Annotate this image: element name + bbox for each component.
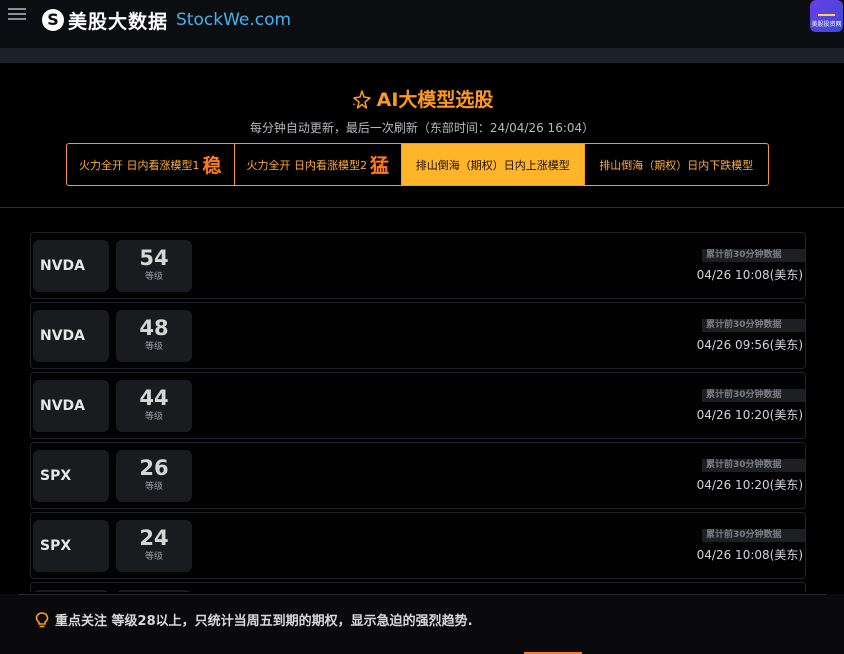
ticker-symbol	[33, 590, 109, 592]
tab-label: 火力全开 日内看涨模型2	[246, 158, 368, 172]
tab-badge: 猛	[370, 155, 390, 177]
level-badge: 48 等级	[116, 310, 192, 362]
tab-badge: 稳	[202, 155, 222, 177]
tab-options-down-model[interactable]: 排山倒海（期权）日内下跌模型	[585, 144, 768, 185]
tip-note: 重点关注 等级28以上，只统计当周五到期的期权，显示急迫的强烈趋势.	[35, 610, 473, 629]
logo-text-cn: 美股大数据	[68, 10, 169, 33]
ticker-symbol: NVDA	[33, 240, 109, 292]
level-badge: 44 等级	[116, 380, 192, 432]
list-item[interactable]: SPX 26 等级 累计前30分钟数据 04/26 10:20(美东)	[30, 442, 806, 512]
page-title: AI大模型选股	[0, 85, 844, 112]
level-label: 等级	[144, 272, 163, 282]
tab-bull-model-1[interactable]: 火力全开 日内看涨模型1 稳	[67, 144, 235, 185]
signal-time: 04/26 10:08(美东)	[696, 548, 803, 562]
refresh-status: 每分钟自动更新，最后一次刷新（东部时间：24/04/26 16:04）	[249, 121, 595, 135]
logo-text-en: StockWe.com	[176, 10, 292, 30]
tab-options-up-model[interactable]: 排山倒海（期权）日内上涨模型	[402, 144, 585, 185]
level-badge: 24 等级	[116, 520, 192, 572]
list-item[interactable]: NVDA 44 等级 累计前30分钟数据 04/26 10:20(美东)	[30, 372, 806, 442]
footer-note-bar: 重点关注 等级28以上，只统计当周五到期的期权，显示急迫的强烈趋势.	[0, 594, 844, 654]
level-value: 24	[139, 526, 169, 550]
level-badge: 26 等级	[116, 450, 192, 502]
model-tabs: 火力全开 日内看涨模型1 稳 火力全开 日内看涨模型2 猛 排山倒海（期权）日内…	[66, 143, 769, 186]
list-item[interactable]: NVDA 54 等级 累计前30分钟数据 04/26 10:08(美东)	[30, 232, 806, 302]
ticker-symbol: SPX	[33, 450, 109, 502]
divider	[18, 594, 826, 595]
data-window-tag: 累计前30分钟数据	[702, 459, 805, 472]
site-logo[interactable]: S 美股大数据 StockWe.com	[42, 6, 291, 34]
signal-time: 04/26 10:20(美东)	[696, 478, 803, 492]
level-label: 等级	[144, 342, 163, 352]
ticker-symbol: NVDA	[33, 380, 109, 432]
signal-list: NVDA 54 等级 累计前30分钟数据 04/26 10:08(美东) NVD…	[30, 232, 806, 592]
logo-mark-icon: S	[42, 9, 64, 31]
level-label: 等级	[144, 482, 163, 492]
signal-time: 04/26 10:08(美东)	[696, 268, 803, 282]
signal-time: 04/26 09:56(美东)	[696, 338, 803, 352]
level-label: 等级	[144, 412, 163, 422]
chart-bars-icon	[818, 6, 835, 16]
level-value: 48	[139, 316, 169, 340]
list-item[interactable]: NVDA 48 等级 累计前30分钟数据 04/26 09:56(美东)	[30, 302, 806, 372]
model-header-panel: AI大模型选股 每分钟自动更新，最后一次刷新（东部时间：24/04/26 16:…	[0, 63, 844, 208]
list-item[interactable]	[30, 582, 806, 592]
level-value: 54	[139, 246, 169, 270]
level-label: 等级	[144, 552, 163, 562]
ticker-symbol: SPX	[33, 520, 109, 572]
tab-label: 排山倒海（期权）日内上涨模型	[415, 158, 570, 172]
top-navbar: S 美股大数据 StockWe.com 美股投资网	[0, 0, 844, 48]
level-value: 44	[139, 386, 169, 410]
header-band	[0, 48, 844, 63]
app-launcher-icon[interactable]: 美股投资网	[810, 0, 843, 32]
data-window-tag: 累计前30分钟数据	[702, 249, 805, 262]
level-value: 26	[139, 456, 169, 480]
tab-bull-model-2[interactable]: 火力全开 日内看涨模型2 猛	[235, 144, 403, 185]
level-badge	[116, 590, 192, 592]
page-title-text: AI大模型选股	[376, 89, 494, 111]
menu-icon[interactable]	[8, 8, 26, 22]
level-badge: 54 等级	[116, 240, 192, 292]
tip-note-text: 重点关注 等级28以上，只统计当周五到期的期权，显示急迫的强烈趋势.	[55, 614, 473, 629]
lightbulb-icon	[35, 612, 49, 628]
sparkle-star-icon	[352, 90, 371, 109]
tab-label: 火力全开 日内看涨模型1	[79, 158, 200, 172]
list-item[interactable]: SPX 24 等级 累计前30分钟数据 04/26 10:08(美东)	[30, 512, 806, 582]
app-launcher-label: 美股投资网	[811, 21, 842, 28]
tab-label: 排山倒海（期权）日内下跌模型	[599, 158, 754, 172]
signal-time: 04/26 10:20(美东)	[696, 408, 803, 422]
ticker-symbol: NVDA	[33, 310, 109, 362]
data-window-tag: 累计前30分钟数据	[702, 529, 805, 542]
data-window-tag: 累计前30分钟数据	[702, 389, 805, 402]
data-window-tag: 累计前30分钟数据	[702, 319, 805, 332]
